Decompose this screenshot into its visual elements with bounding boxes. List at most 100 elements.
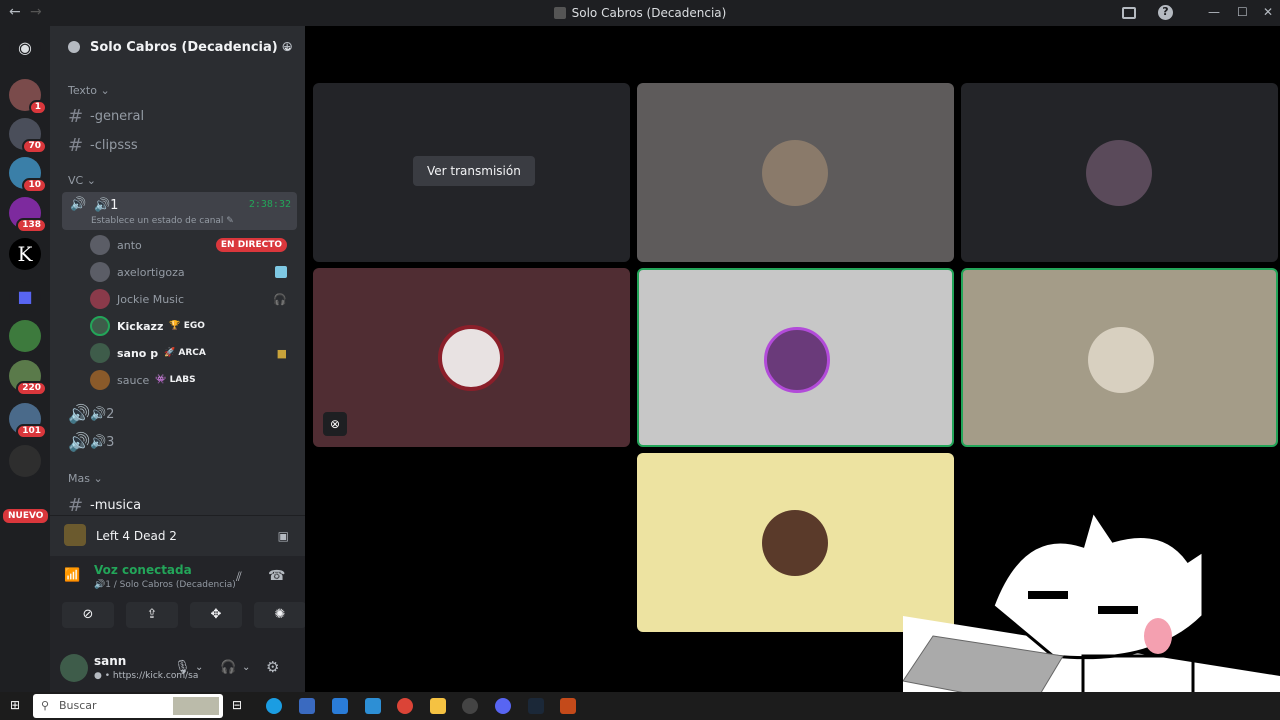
hash-icon: # [68,106,84,127]
new-badge: NUEVO [3,509,49,523]
windows-start-icon[interactable]: ⊞ [10,698,20,712]
watch-stream-button[interactable]: Ver transmisión [413,156,535,186]
server-icon-7[interactable]: 101 [9,403,47,439]
participant-tile[interactable] [637,83,954,262]
music-bot-icon: ⊗ [323,412,347,436]
task-view-icon[interactable]: ⊟ [232,698,248,714]
channel-name: 🔊2 [90,407,115,422]
deafened-icon: 🎧 [273,292,287,306]
server-icon-6[interactable]: 220 [9,360,47,396]
connection-signal-icon[interactable]: 📶 [64,568,80,583]
participant-tile[interactable] [637,268,954,447]
window-title-text: Solo Cabros (Decadencia) [571,6,727,20]
voice-user[interactable]: Kickazz 🏆 EGO [90,315,295,337]
call-timer: 2:38:32 [248,199,291,210]
server-icon-2[interactable]: 70 [9,118,47,154]
minimize-button[interactable]: — [1208,5,1220,19]
discord-home-icon[interactable]: ◉ [9,32,41,64]
mention-badge: 1 [28,100,47,115]
voice-channel-2[interactable]: 🔊 🔊2 [68,404,114,425]
game-name: Left 4 Dead 2 [96,528,177,543]
noise-suppression-icon[interactable]: ⫽ [236,570,242,585]
participant-tile[interactable]: ⊗ [313,268,630,447]
invite-people-icon[interactable]: ⊕ [281,39,293,55]
screen-share-button[interactable]: ⇪ [126,602,178,628]
participant-tile[interactable] [961,83,1278,262]
voice-channel-3[interactable]: 🔊 🔊3 [68,432,114,453]
chrome-icon[interactable] [397,698,413,714]
user-avatar[interactable] [60,654,88,682]
text-channel-general[interactable]: # -general [68,106,144,127]
settings-gear-icon[interactable]: ⚙ [266,658,279,676]
avatar [90,316,110,336]
voice-user[interactable]: axelortigoza [90,261,295,283]
sunglasses-right [1098,606,1138,614]
sunglasses-left [1028,591,1068,599]
server-icon-k[interactable]: K [9,238,41,270]
close-button[interactable]: ✕ [1263,5,1273,19]
title-bar: ← → Solo Cabros (Decadencia) ? — ☐ ✕ [0,0,1280,26]
camera-button[interactable]: ⊘ [62,602,114,628]
server-icon [553,7,566,19]
app-icon[interactable] [365,698,381,714]
maximize-button[interactable]: ☐ [1237,5,1248,19]
server-icon-8[interactable] [9,445,41,477]
voice-user[interactable]: anto EN DIRECTO [90,234,295,256]
category-vc[interactable]: VC ⌄ [68,174,96,187]
voice-user[interactable]: Jockie Music 🎧 [90,288,295,310]
user-name: anto [117,238,142,252]
avatar [90,262,110,282]
inbox-icon[interactable] [1122,7,1136,19]
disconnect-icon[interactable]: ☎ [268,568,285,584]
channel-status[interactable]: Establece un estado de canal ✎ [91,216,234,226]
help-icon[interactable]: ? [1158,5,1173,20]
speaker-icon: 🔊 [70,197,87,212]
participant-tile[interactable] [961,268,1278,447]
text-channel-musica[interactable]: # -musica [68,495,141,516]
category-texto[interactable]: Texto ⌄ [68,84,110,97]
voice-status-title[interactable]: Voz conectada [94,563,192,577]
game-activity-bar[interactable]: Left 4 Dead 2 ▣ [50,515,305,555]
voice-stage: Ver transmisión ⊗ [305,26,1280,692]
folder-icon[interactable]: ■ [9,281,41,313]
voice-user[interactable]: sano p 🚀 ARCA ■ [90,342,295,364]
steam-icon[interactable] [528,698,544,714]
voice-user[interactable]: sauce 👾 LABS [90,369,295,391]
stream-game-icon[interactable]: ▣ [278,529,289,543]
outlook-icon[interactable] [332,698,348,714]
taskbar-search-input[interactable]: ⚲ Buscar [33,694,223,718]
left4dead-taskbar-icon[interactable] [560,698,576,714]
server-icon-5[interactable] [9,320,41,352]
game-icon [64,524,86,546]
live-badge[interactable]: EN DIRECTO [215,238,287,252]
mention-badge: 220 [16,381,47,396]
server-icon-3[interactable]: 10 [9,157,47,193]
search-placeholder: Buscar [59,699,97,712]
mic-options-chevron-icon[interactable]: ⌄ [195,662,203,673]
microphone-icon[interactable]: 🎙 [174,660,191,675]
user-name[interactable]: sann [94,654,126,668]
hash-icon: # [68,135,84,156]
headphones-icon[interactable]: 🎧 [220,660,236,675]
category-mas[interactable]: Mas ⌄ [68,472,103,485]
discord-taskbar-icon[interactable] [495,698,511,714]
settings-app-icon[interactable] [462,698,478,714]
text-channel-clipsss[interactable]: # -clipsss [68,135,138,156]
server-header[interactable]: Solo Cabros (Decadencia) ⌄ [50,26,305,68]
file-explorer-icon[interactable] [430,698,446,714]
soundboard-button[interactable]: ✺ [254,602,306,628]
participant-avatar [438,325,504,391]
voice-channel-1[interactable]: 🔊 🔊1 2:38:32 Establece un estado de cana… [62,192,297,230]
store-icon[interactable] [299,698,315,714]
audio-options-chevron-icon[interactable]: ⌄ [242,662,250,673]
server-icon-1[interactable]: 1 [9,79,47,115]
edge-icon[interactable] [266,698,282,714]
stream-tile[interactable]: Ver transmisión [313,83,630,262]
avatar [90,343,110,363]
voice-channel-path[interactable]: 🔊1 / Solo Cabros (Decadencia) [94,580,236,590]
participant-avatar [764,327,830,393]
server-icon-4[interactable]: 138 [9,197,47,233]
participant-avatar [1086,140,1152,206]
search-highlight-image [173,697,219,715]
activities-button[interactable]: ✥ [190,602,242,628]
